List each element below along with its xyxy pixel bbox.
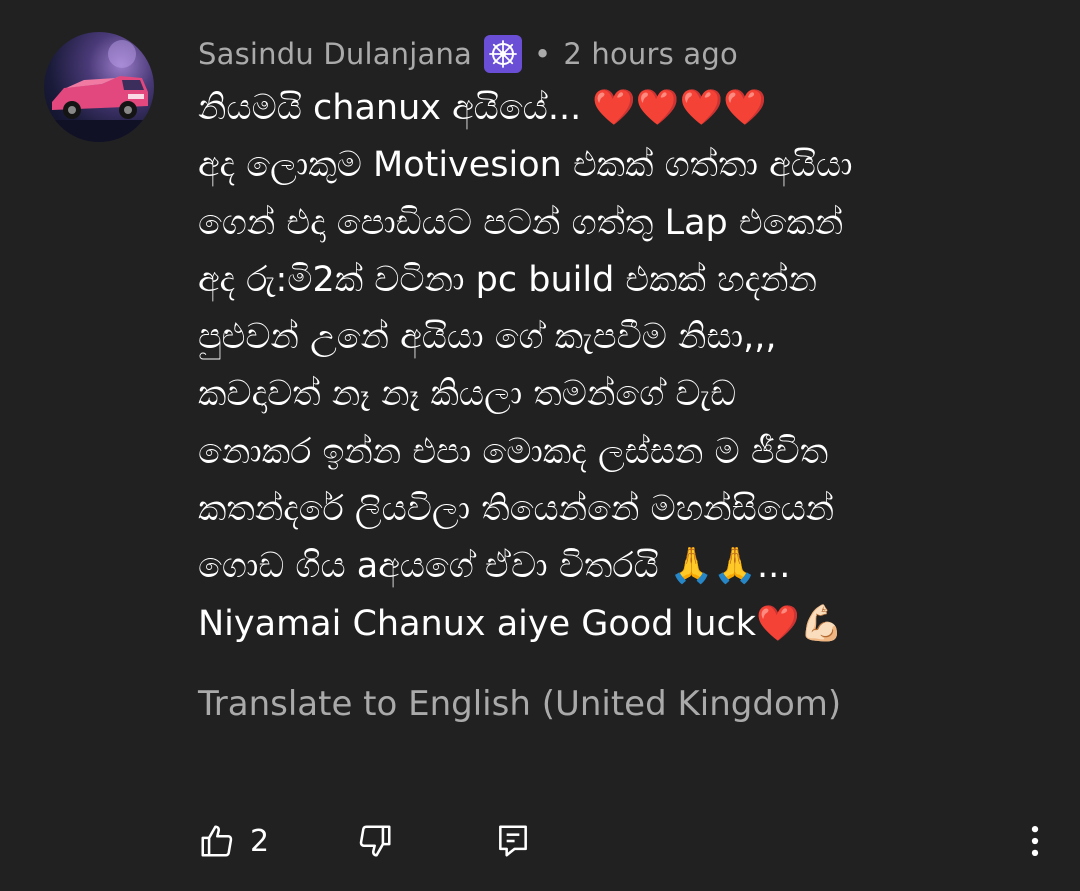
- reply-button[interactable]: [494, 818, 532, 864]
- reply-comment-icon: [499, 825, 527, 857]
- car-avatar-image: [44, 40, 154, 142]
- translate-button[interactable]: Translate to English (United Kingdom): [198, 684, 841, 724]
- comment-text: නියමයි chanux අයියේ... ❤️❤️❤️❤️ අද ලොකුම…: [198, 88, 853, 644]
- author-name[interactable]: Sasindu Dulanjana: [198, 37, 472, 71]
- comment-item: Sasindu Dulanjana • 2 hours ago නියමයි c…: [0, 0, 1080, 891]
- comment-time[interactable]: 2 hours ago: [563, 37, 738, 71]
- thumbs-up-icon: [201, 825, 233, 857]
- dharma-wheel-icon: [484, 35, 523, 73]
- like-button[interactable]: 2: [198, 818, 269, 864]
- like-count: 2: [250, 823, 270, 859]
- thumbs-down-icon: [359, 825, 391, 857]
- meta-separator: •: [534, 37, 552, 71]
- more-vert-icon: [1031, 825, 1039, 857]
- more-options-button[interactable]: [1016, 818, 1054, 864]
- comment-actions: 2: [198, 818, 1080, 864]
- comment-header: Sasindu Dulanjana • 2 hours ago: [198, 32, 1038, 76]
- avatar[interactable]: [44, 32, 154, 142]
- dislike-button[interactable]: [356, 818, 394, 864]
- comment-content: Sasindu Dulanjana • 2 hours ago නියමයි c…: [198, 32, 1038, 653]
